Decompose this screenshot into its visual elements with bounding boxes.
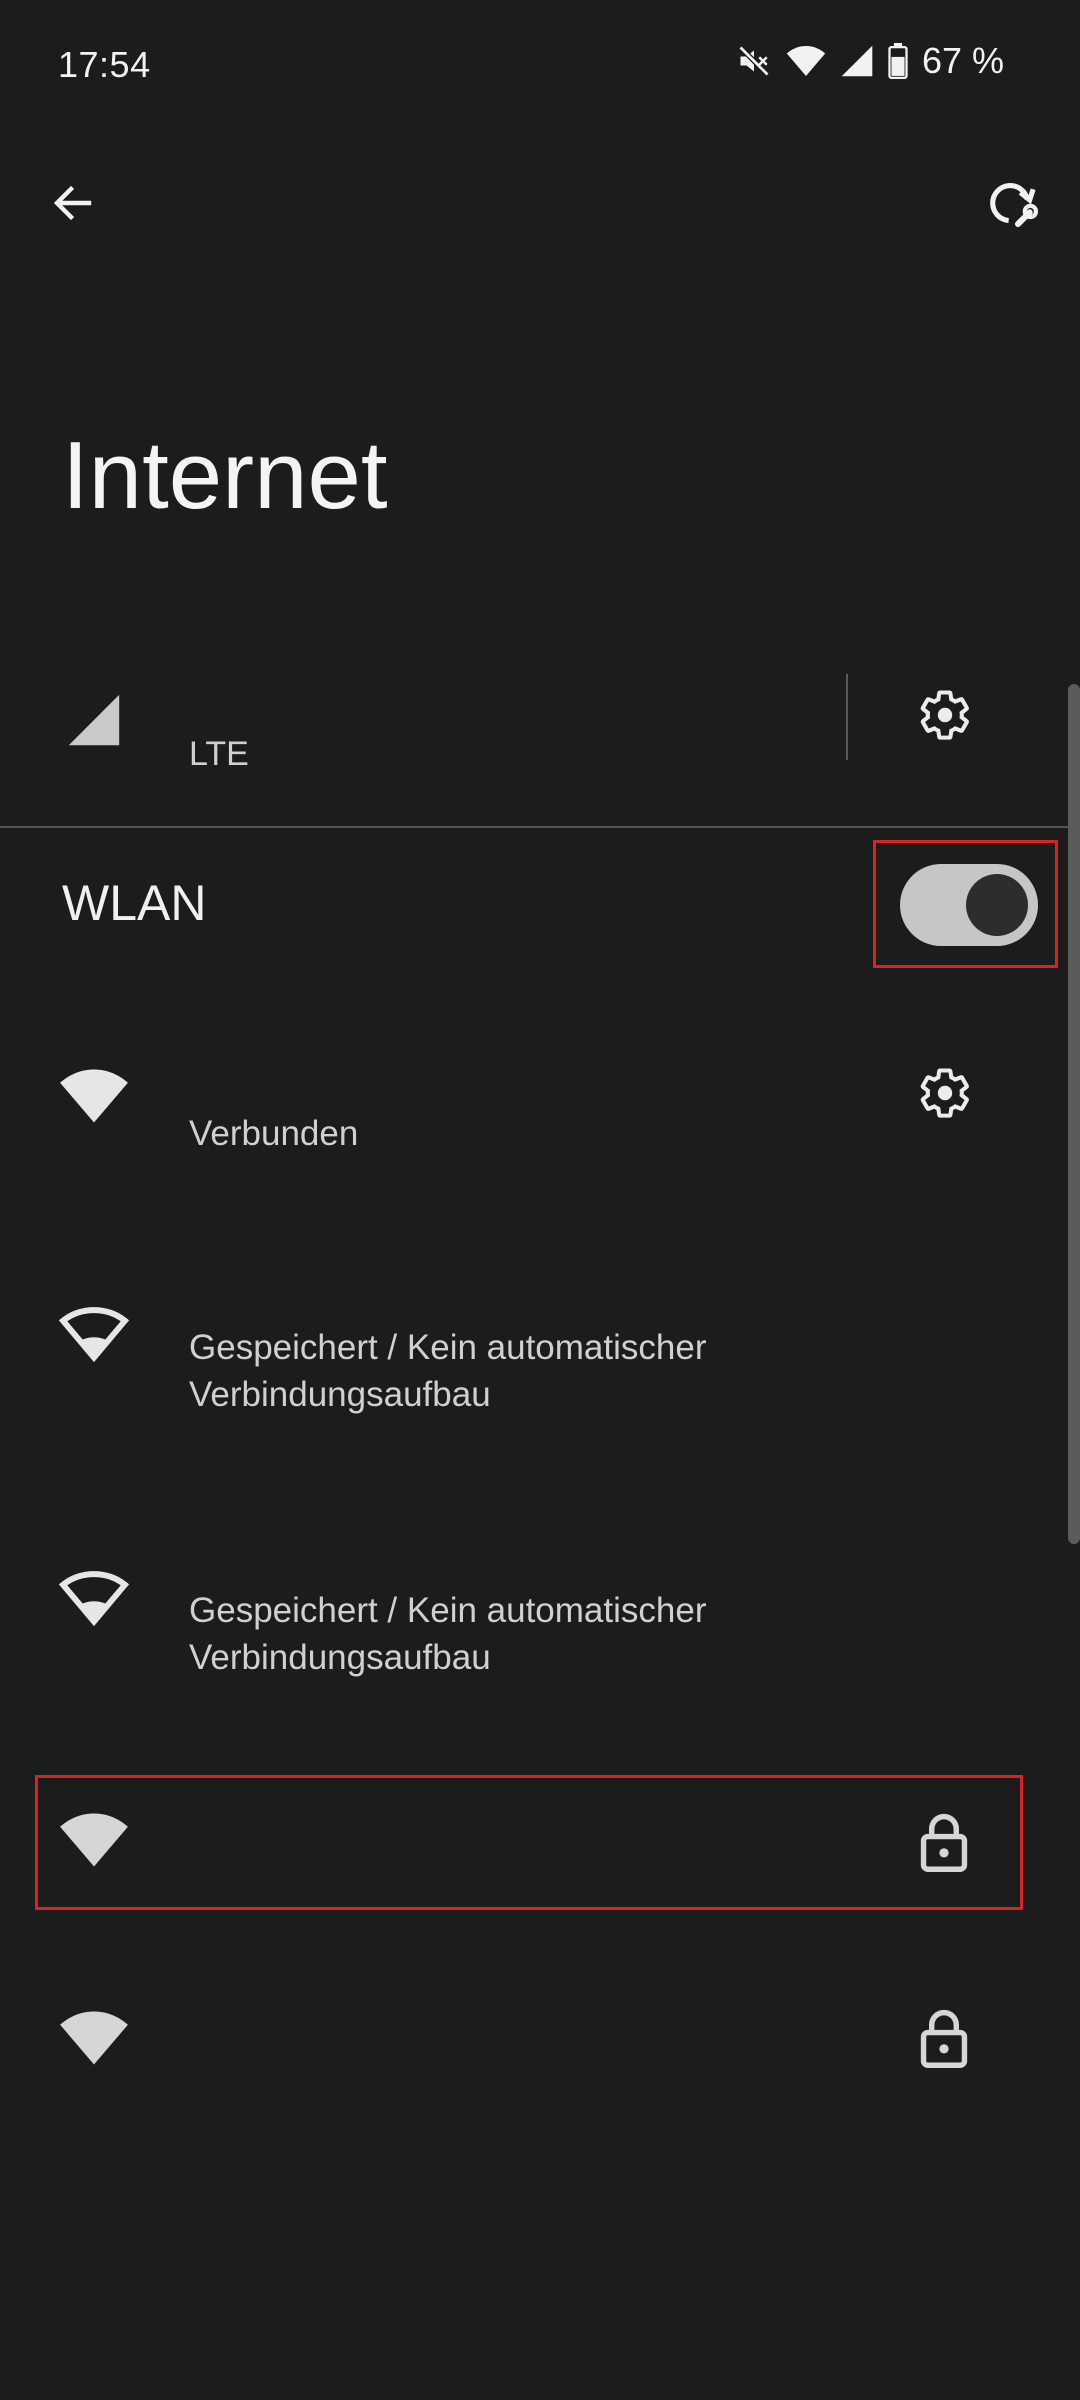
gear-icon <box>918 1066 972 1125</box>
back-button[interactable] <box>40 172 106 238</box>
wifi-signal-low-icon <box>58 1570 130 1631</box>
network-reset-icon <box>983 175 1039 236</box>
wifi-signal-full-icon <box>58 1812 130 1873</box>
mobile-network-item[interactable] <box>0 672 1068 824</box>
wlan-label: WLAN <box>62 875 207 931</box>
wifi-network-settings-button[interactable] <box>910 1060 980 1130</box>
gear-icon <box>918 688 972 747</box>
battery-icon <box>888 43 908 79</box>
section-divider <box>0 826 1068 828</box>
page-title: Internet <box>62 422 388 529</box>
lock-icon <box>916 2008 972 2073</box>
lock-icon <box>916 1812 972 1877</box>
cell-signal-icon <box>840 44 874 78</box>
toggle-thumb <box>966 874 1028 936</box>
wifi-network-item[interactable] <box>0 1972 1068 2107</box>
wifi-signal-low-icon <box>58 1306 130 1367</box>
scrollbar[interactable] <box>1068 684 1080 1544</box>
wifi-network-status: Gespeichert / Kein automatischer Verbind… <box>189 1591 707 1677</box>
wifi-network-status: Gespeichert / Kein automatischer Verbind… <box>189 1328 707 1414</box>
wlan-toggle[interactable] <box>900 864 1038 946</box>
network-reset-button[interactable] <box>978 172 1044 238</box>
network-type-label: LTE <box>189 735 249 773</box>
wifi-network-item[interactable] <box>38 1778 1020 1907</box>
wifi-signal-full-icon <box>58 2010 130 2071</box>
divider <box>846 674 848 760</box>
status-icons: 67 % <box>736 40 1004 82</box>
arrow-back-icon <box>49 179 97 232</box>
cell-signal-icon <box>66 692 122 753</box>
mute-icon <box>736 43 772 79</box>
battery-percent: 67 % <box>921 40 1004 81</box>
wifi-icon <box>786 44 826 78</box>
wifi-signal-full-icon <box>58 1068 130 1129</box>
status-time: 17:54 <box>58 44 151 85</box>
wifi-network-status: Verbunden <box>189 1114 359 1153</box>
mobile-settings-button[interactable] <box>910 682 980 752</box>
